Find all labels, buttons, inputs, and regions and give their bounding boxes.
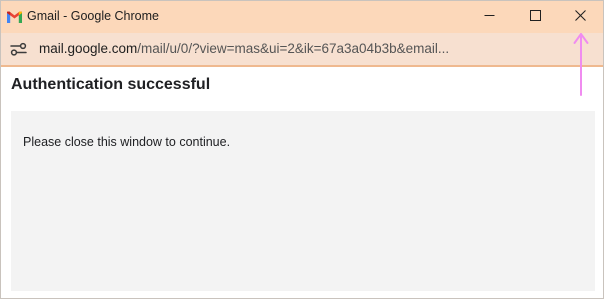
site-info-button[interactable] [10,41,27,57]
title-bar[interactable]: Gmail - Google Chrome [1,1,603,33]
arrow-icon [573,33,589,96]
url-host: mail.google.com [39,41,138,56]
maximize-button[interactable] [512,1,558,33]
gmail-icon [7,10,22,23]
page-title: Authentication successful [11,76,211,93]
url-field[interactable]: mail.google.com/mail/u/0/?view=mas&ui=2&… [39,41,449,56]
close-icon [574,8,586,26]
browser-window: Gmail - Google Chrome mail.google.com/ma… [0,0,604,299]
url-path: /mail/u/0/?view=mas&ui=2&ik=67a3a04b3b&e… [137,41,450,56]
message-panel: Please close this window to continue. [11,111,595,291]
minimize-icon [484,8,495,26]
maximize-icon [529,8,541,26]
close-button[interactable] [557,1,603,33]
minimize-button[interactable] [466,1,512,33]
site-info-icon [10,42,27,61]
panel-message: Please close this window to continue. [23,135,231,149]
window-title: Gmail - Google Chrome [27,9,159,23]
page-content: Authentication successful Please close t… [1,67,603,298]
